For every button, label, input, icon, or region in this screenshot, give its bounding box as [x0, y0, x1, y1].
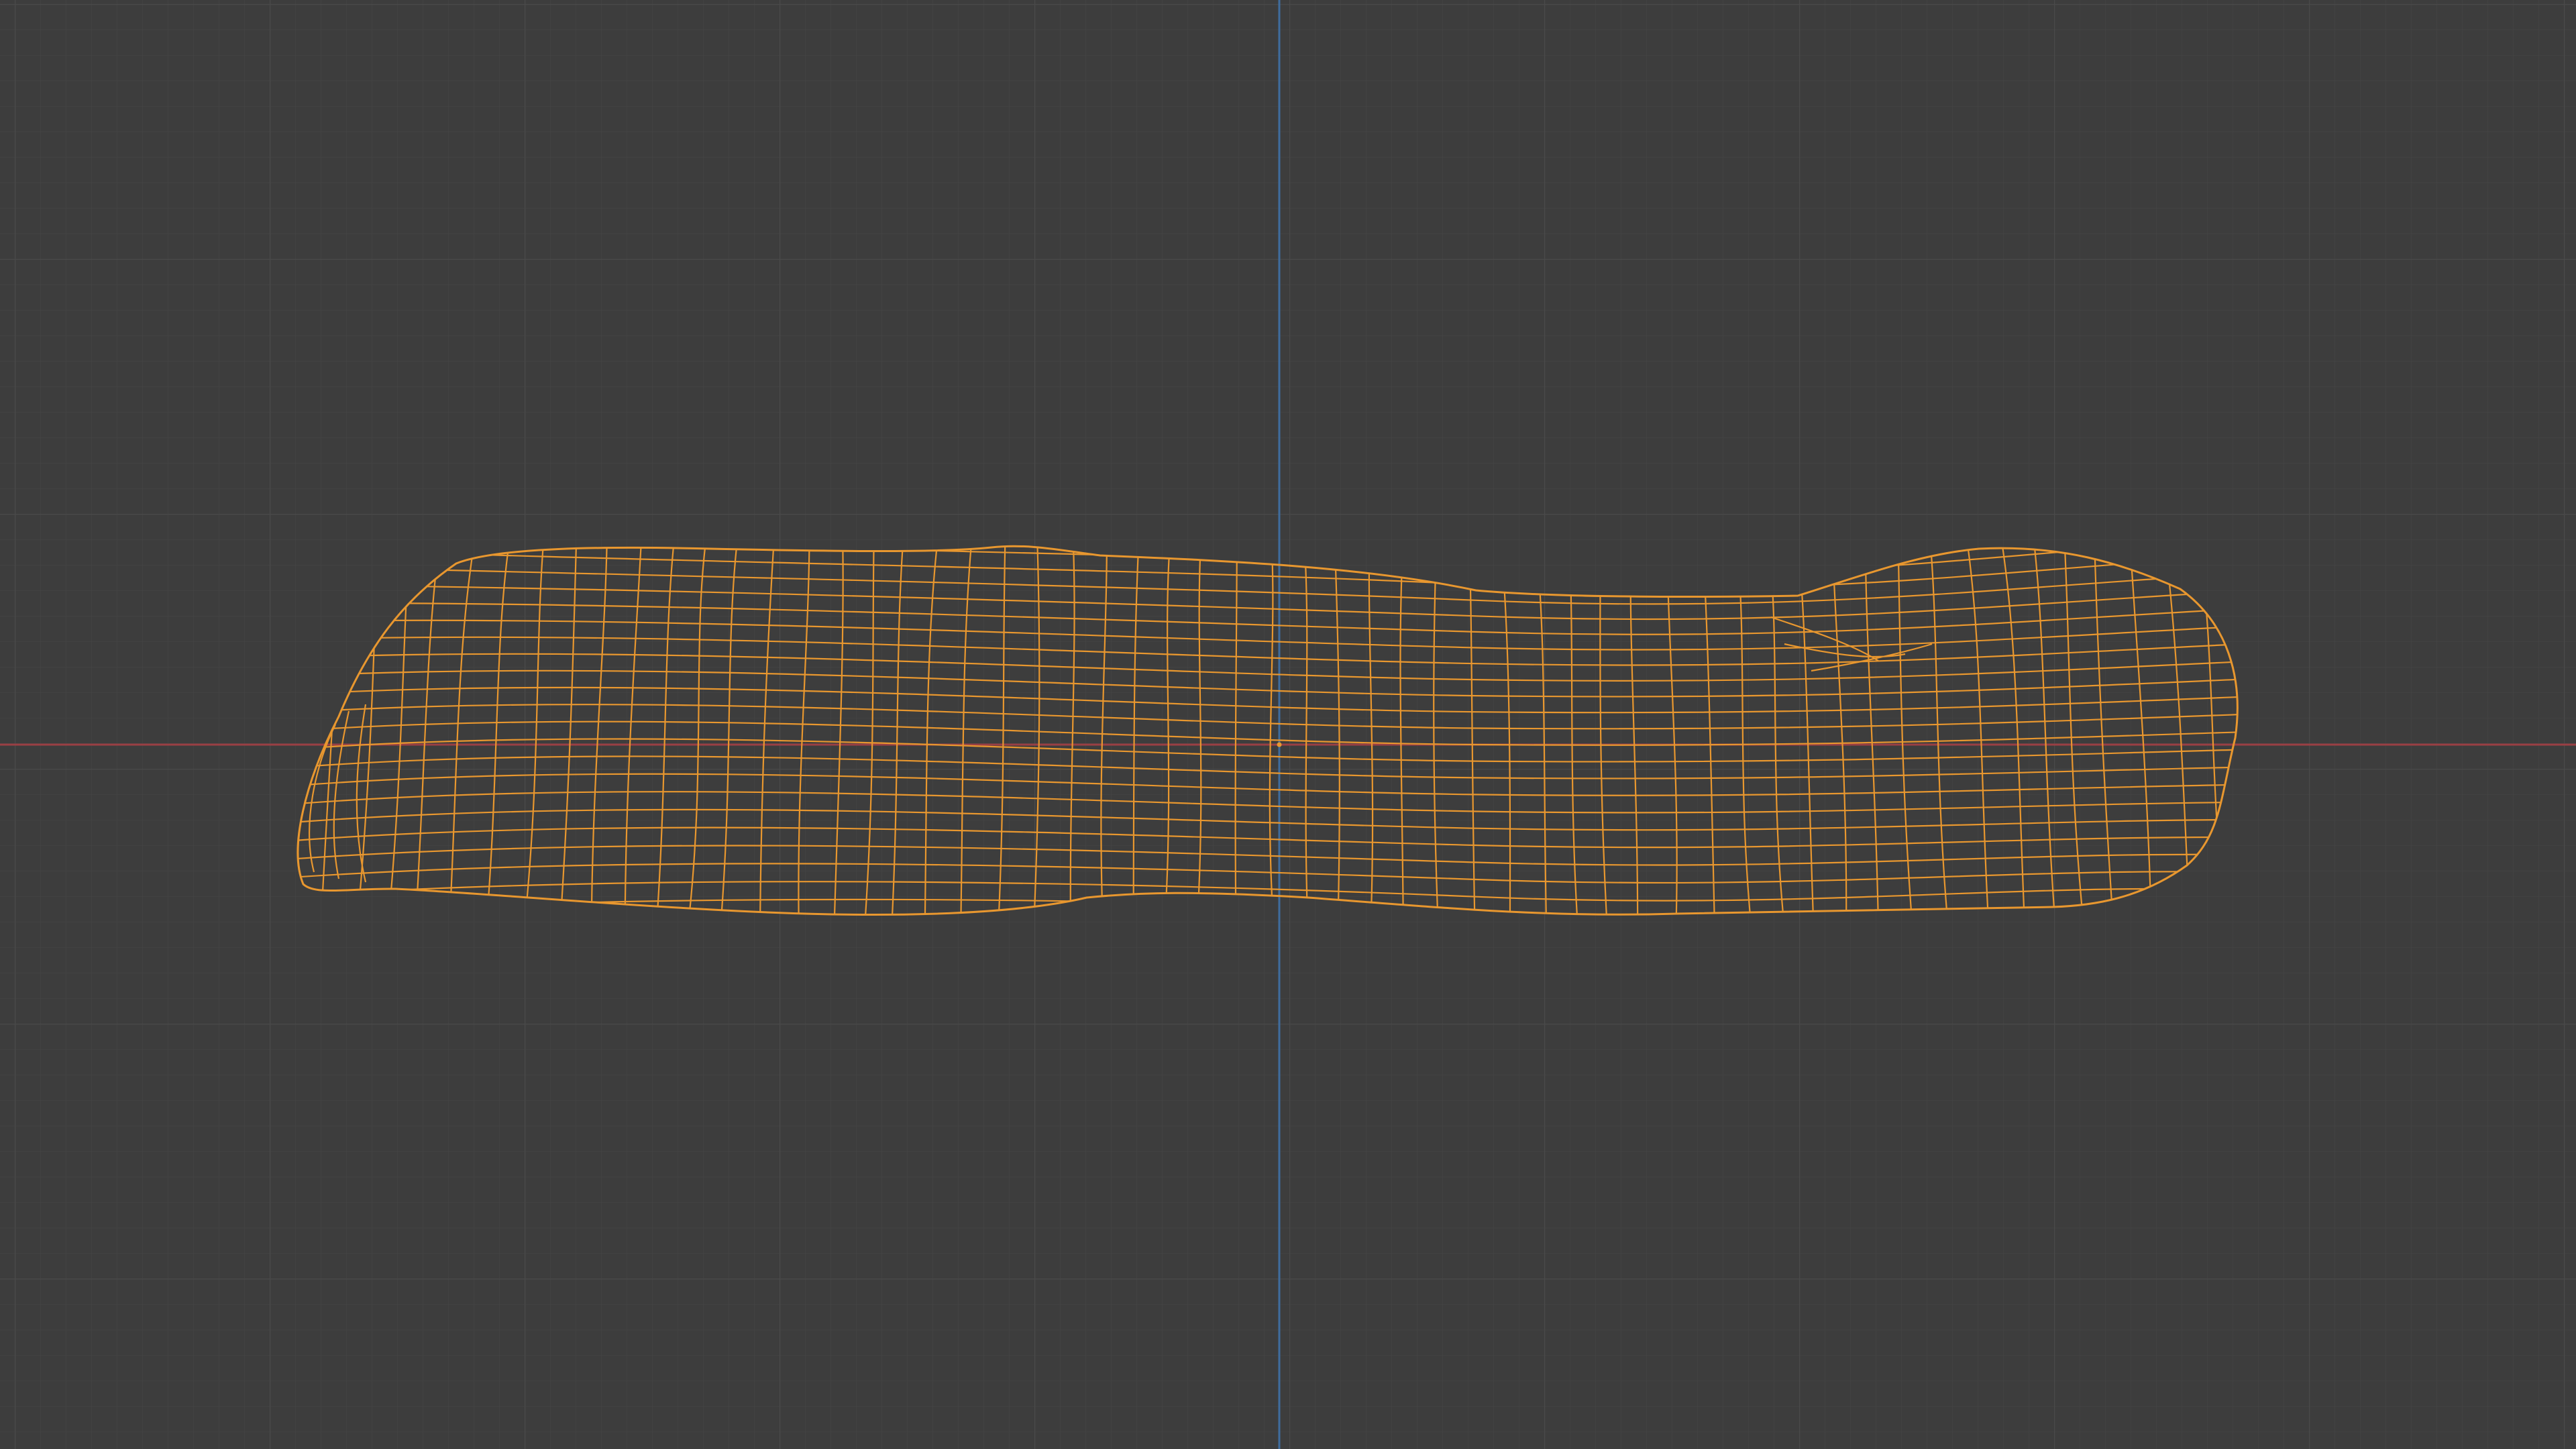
3d-viewport[interactable] — [0, 0, 2576, 1449]
object-origin-dot — [1277, 742, 1282, 747]
viewport-canvas[interactable] — [0, 0, 2576, 1449]
